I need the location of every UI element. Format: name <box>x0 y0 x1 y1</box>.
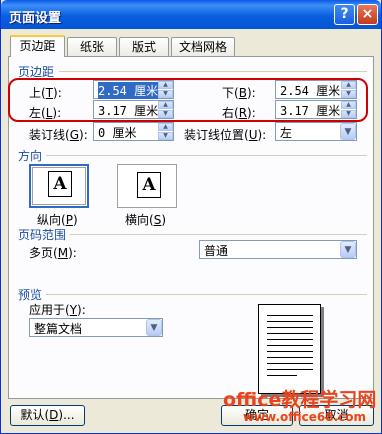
tab-paper-label: 纸张 <box>79 40 104 54</box>
multiple-pages-select[interactable]: 普通 ▼ <box>199 240 357 259</box>
tab-margins[interactable]: 页边距 <box>10 35 65 57</box>
default-button[interactable]: 默认(D)... <box>10 405 85 426</box>
page-setup-dialog: 页面设置 ? × 页边距 纸张 版式 文档网格 页边距 上(T): 2.54 厘… <box>0 0 382 434</box>
watermark-line1: office教程学习网 <box>223 389 377 411</box>
orientation-section-title: 方向 <box>18 149 43 163</box>
apply-to-value: 整篇文档 <box>34 322 83 336</box>
watermark-line2: www.office68.com <box>243 410 367 424</box>
tab-layout[interactable]: 版式 <box>119 37 169 56</box>
gutter-position-label: 装订线位置(U): <box>184 128 267 142</box>
close-icon: × <box>361 6 374 22</box>
gutter-spinner[interactable]: 0 厘米 ▲ ▼ <box>93 122 174 141</box>
page-preview <box>258 304 321 394</box>
portrait-option[interactable]: A <box>29 164 89 208</box>
tab-document-grid-label: 文档网格 <box>178 40 227 54</box>
tab-margins-label: 页边距 <box>19 39 56 53</box>
multiple-pages-value: 普通 <box>204 244 229 258</box>
help-icon: ? <box>340 6 349 22</box>
gutter-position-value: 左 <box>280 126 293 140</box>
title-bar[interactable]: 页面设置 ? × <box>1 0 381 29</box>
orientation-divider <box>46 155 367 156</box>
pages-section-title: 页码范围 <box>18 228 67 242</box>
margins-divider <box>59 71 367 72</box>
multiple-pages-label: 多页(M): <box>29 246 77 260</box>
spin-down-icon[interactable]: ▼ <box>158 132 173 140</box>
gutter-value: 0 厘米 <box>98 126 137 140</box>
close-button[interactable]: × <box>357 4 378 25</box>
pages-divider <box>70 234 367 235</box>
landscape-option[interactable]: A <box>117 164 177 208</box>
spin-up-icon[interactable]: ▲ <box>158 123 173 131</box>
chevron-down-icon[interactable]: ▼ <box>340 241 356 258</box>
apply-to-label: 应用于(Y): <box>29 303 86 317</box>
apply-to-select[interactable]: 整篇文档 ▼ <box>29 318 163 337</box>
gutter-label: 装订线(G): <box>29 128 88 142</box>
window-title: 页面设置 <box>9 11 62 26</box>
tab-paper[interactable]: 纸张 <box>67 37 117 56</box>
landscape-label[interactable]: 横向(S) <box>125 211 166 228</box>
help-button[interactable]: ? <box>334 4 355 25</box>
tab-document-grid[interactable]: 文档网格 <box>171 37 235 56</box>
margins-highlight-annotation <box>8 78 368 122</box>
gutter-position-select[interactable]: 左 ▼ <box>275 122 357 141</box>
watermark: office教程学习网 www.office68.com <box>217 385 377 431</box>
chevron-down-icon[interactable]: ▼ <box>146 319 162 336</box>
landscape-page-icon: A <box>137 172 161 198</box>
tab-layout-label: 版式 <box>131 40 156 54</box>
preview-divider <box>46 294 367 295</box>
chevron-down-icon[interactable]: ▼ <box>340 123 356 140</box>
portrait-page-icon: A <box>48 171 72 197</box>
